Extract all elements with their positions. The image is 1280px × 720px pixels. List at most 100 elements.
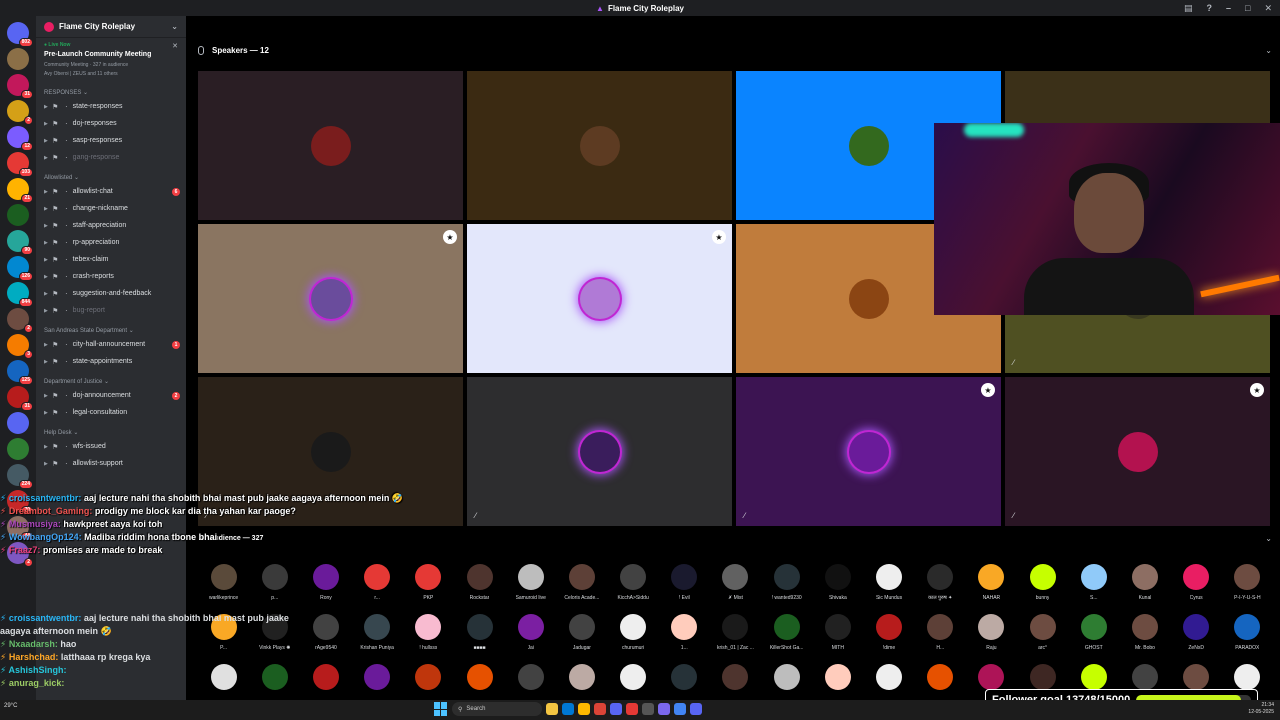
taskbar-search[interactable]: ⚲ Search — [452, 702, 542, 716]
audience-member[interactable]: काल पुरुष ✦ — [915, 564, 966, 614]
server-icon-16[interactable] — [7, 438, 29, 460]
audience-member[interactable]: GHOST — [1068, 614, 1119, 664]
server-icon-17[interactable]: 224 — [7, 464, 33, 489]
channel-doj-responses[interactable]: ▶ ⚑ · doj-responses — [36, 115, 186, 132]
server-icon-8[interactable]: 90 — [7, 230, 33, 255]
audience-member[interactable]: Jadugar — [556, 614, 607, 664]
audience-member[interactable]: Jai — [505, 614, 556, 664]
channel-bug-report[interactable]: ▶ ⚑ · bug-report — [36, 302, 186, 319]
live-event-card[interactable]: ● Live Now Pre-Launch Community Meeting … — [36, 38, 186, 81]
audience-member[interactable]: Celoris Acade... — [556, 564, 607, 614]
channel-city-hall-announcement[interactable]: ▶ ⚑ · city-hall-announcement 1 — [36, 336, 186, 353]
server-icon-13[interactable]: 125 — [7, 360, 33, 385]
server-icon-10[interactable]: 844 — [7, 282, 33, 307]
speaker-tile[interactable]: ★ ∕ — [736, 377, 1001, 526]
server-icon-2[interactable]: 31 — [7, 74, 33, 99]
audience-member[interactable]: ■■■■ — [454, 614, 505, 664]
audience-member[interactable]: Sic Mundus — [863, 564, 914, 614]
server-icon-5[interactable]: 103 — [7, 152, 33, 177]
audience-member[interactable]: Samuroid live — [505, 564, 556, 614]
audience-member[interactable]: ! hullsss — [403, 614, 454, 664]
channel-gang-response[interactable]: ▶ ⚑ · gang-response — [36, 149, 186, 166]
audience-member[interactable]: 1... — [659, 614, 710, 664]
close-button[interactable]: ✕ — [1264, 3, 1272, 14]
server-icon-6[interactable]: 21 — [7, 178, 33, 203]
taskbar-clock[interactable]: 21:34 12-05-2025 — [1248, 702, 1274, 716]
speaker-tile[interactable] — [467, 71, 732, 220]
audience-member[interactable]: Shivaka — [812, 564, 863, 614]
inbox-icon[interactable]: ▤ — [1184, 3, 1193, 14]
chrome-icon-2[interactable] — [674, 703, 686, 715]
server-icon-1[interactable] — [7, 48, 29, 70]
speaker-tile[interactable]: ∕ — [467, 377, 732, 526]
audience-member[interactable]: Kunal — [1119, 564, 1170, 614]
server-header[interactable]: Flame City Roleplay ⌄ — [36, 16, 186, 38]
audience-member[interactable]: Rony — [300, 564, 351, 614]
channel-allowlist-chat[interactable]: ▶ ⚑ · allowlist-chat 6 — [36, 183, 186, 200]
channel-suggestion-and-feedback[interactable]: ▶ ⚑ · suggestion-and-feedback — [36, 285, 186, 302]
maximize-button[interactable]: □ — [1245, 3, 1250, 13]
audience-member[interactable]: Cyrus — [1171, 564, 1222, 614]
collapse-audience-icon[interactable]: ⌄ — [1265, 534, 1272, 543]
edge-icon[interactable] — [562, 703, 574, 715]
audience-member[interactable]: KillerShot Ga... — [761, 614, 812, 664]
audience-member[interactable]: MITH — [812, 614, 863, 664]
help-icon[interactable]: ? — [1207, 3, 1213, 13]
channel-crash-reports[interactable]: ▶ ⚑ · crash-reports — [36, 268, 186, 285]
app-icon[interactable] — [642, 703, 654, 715]
category-header[interactable]: Help Desk ⌄ — [36, 426, 186, 438]
minimize-button[interactable]: – — [1226, 3, 1231, 13]
audience-member[interactable]: S... — [1068, 564, 1119, 614]
windows-start-icon[interactable] — [434, 702, 448, 716]
audience-member[interactable]: Raju — [966, 614, 1017, 664]
file-explorer-icon[interactable] — [546, 703, 558, 715]
category-header[interactable]: Allowlisted ⌄ — [36, 171, 186, 183]
audience-member[interactable]: ! wanted9230 — [761, 564, 812, 614]
audience-member[interactable]: p... — [249, 564, 300, 614]
speaker-tile[interactable]: ★ — [198, 224, 463, 373]
channel-tebex-claim[interactable]: ▶ ⚑ · tebex-claim — [36, 251, 186, 268]
chrome-icon[interactable] — [594, 703, 606, 715]
channel-doj-announcement[interactable]: ▶ ⚑ · doj-announcement 2 — [36, 387, 186, 404]
channel-change-nickname[interactable]: ▶ ⚑ · change-nickname — [36, 200, 186, 217]
server-icon-12[interactable]: 3 — [7, 334, 33, 359]
server-icon-0[interactable]: 802 — [7, 22, 33, 47]
server-icon-7[interactable] — [7, 204, 29, 226]
category-header[interactable]: Department of Justice ⌄ — [36, 375, 186, 387]
speaker-tile[interactable]: ★ — [467, 224, 732, 373]
discord-icon-2[interactable] — [690, 703, 702, 715]
channel-rp-appreciation[interactable]: ▶ ⚑ · rp-appreciation — [36, 234, 186, 251]
audience-member[interactable]: PKP — [403, 564, 454, 614]
channel-wfs-issued[interactable]: ▶ ⚑ · wfs-issued — [36, 438, 186, 455]
channel-legal-consultation[interactable]: ▶ ⚑ · legal-consultation — [36, 404, 186, 421]
audience-member[interactable]: r... — [352, 564, 403, 614]
audience-member[interactable]: Rockstar — [454, 564, 505, 614]
audience-member[interactable]: PARADOX — [1222, 614, 1273, 664]
channel-state-appointments[interactable]: ▶ ⚑ · state-appointments — [36, 353, 186, 370]
folder-icon[interactable] — [578, 703, 590, 715]
audience-member[interactable]: Mr. Bobo — [1119, 614, 1170, 664]
server-icon-15[interactable] — [7, 412, 29, 434]
audience-member[interactable]: ZeNxD — [1171, 614, 1222, 664]
audience-member[interactable]: Krishan Puniya — [352, 614, 403, 664]
weather-widget[interactable]: 29°C — [4, 703, 17, 709]
category-header[interactable]: RESPONSES ⌄ — [36, 86, 186, 98]
audience-member[interactable]: warlikeprince — [198, 564, 249, 614]
category-header[interactable]: San Andreas State Department ⌄ — [36, 324, 186, 336]
audience-member[interactable]: H... — [915, 614, 966, 664]
speaker-tile[interactable]: ★ ∕ — [1005, 377, 1270, 526]
audience-member[interactable]: ✗ Mist — [710, 564, 761, 614]
collapse-speakers-icon[interactable]: ⌄ — [1265, 46, 1272, 55]
speaker-tile[interactable] — [198, 71, 463, 220]
server-icon-14[interactable]: 31 — [7, 386, 33, 411]
server-icon-11[interactable]: 2 — [7, 308, 33, 333]
audience-member[interactable]: P-I-Y-U-S-H — [1222, 564, 1273, 614]
server-icon-4[interactable]: 12 — [7, 126, 33, 151]
channel-allowlist-support[interactable]: ▶ ⚑ · allowlist-support — [36, 455, 186, 472]
discord-icon[interactable] — [610, 703, 622, 715]
server-icon-3[interactable]: 2 — [7, 100, 33, 125]
server-icon-9[interactable]: 126 — [7, 256, 33, 281]
brave-icon[interactable] — [626, 703, 638, 715]
audience-member[interactable]: krish_01 | Zac ... — [710, 614, 761, 664]
close-icon[interactable]: ✕ — [172, 42, 178, 50]
